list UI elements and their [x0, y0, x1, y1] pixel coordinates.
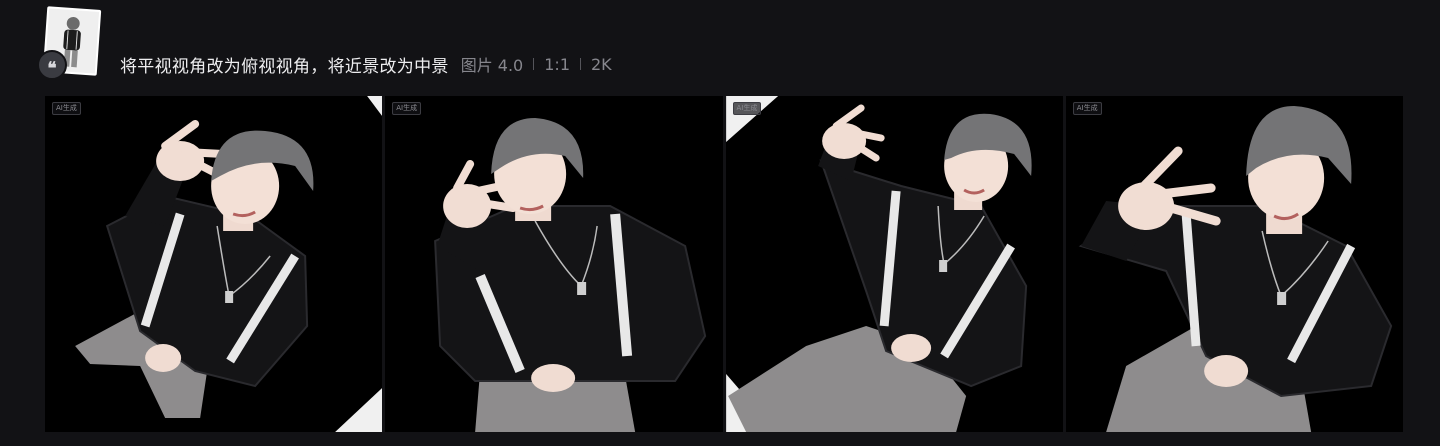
- image-grid: AI生成 AI生成 AI生成 AI生成: [45, 96, 1403, 432]
- generated-image-art: [725, 96, 1063, 432]
- ai-generated-badge: AI生成: [1072, 102, 1102, 115]
- generation-record: ❝ 将平视视角改为俯视视角，将近景改为中景 图片 4.0 1:1 2K AI生成…: [0, 0, 1440, 446]
- generation-meta: 图片 4.0 1:1 2K: [461, 52, 612, 76]
- prompt-text[interactable]: 将平视视角改为俯视视角，将近景改为中景: [120, 52, 449, 77]
- ai-generated-badge: AI生成: [392, 102, 422, 115]
- generated-image-art: [45, 96, 383, 432]
- prompt-row: 将平视视角改为俯视视角，将近景改为中景 图片 4.0 1:1 2K: [120, 51, 612, 77]
- ai-generated-badge: AI生成: [732, 102, 762, 115]
- model-label: 图片 4.0: [460, 56, 524, 75]
- generated-image-art: [1065, 96, 1403, 432]
- quote-icon: ❝: [37, 50, 67, 80]
- meta-divider: [580, 58, 581, 70]
- meta-divider: [533, 58, 535, 70]
- generated-image-4[interactable]: AI生成: [1065, 96, 1403, 432]
- generated-image-1[interactable]: AI生成: [45, 96, 383, 432]
- aspect-ratio-label: 1:1: [544, 54, 570, 74]
- generated-image-2[interactable]: AI生成: [385, 96, 723, 432]
- resolution-label: 2K: [591, 54, 612, 74]
- generated-image-art: [385, 96, 723, 432]
- ai-generated-badge: AI生成: [52, 102, 81, 115]
- generated-image-3[interactable]: AI生成: [725, 96, 1063, 432]
